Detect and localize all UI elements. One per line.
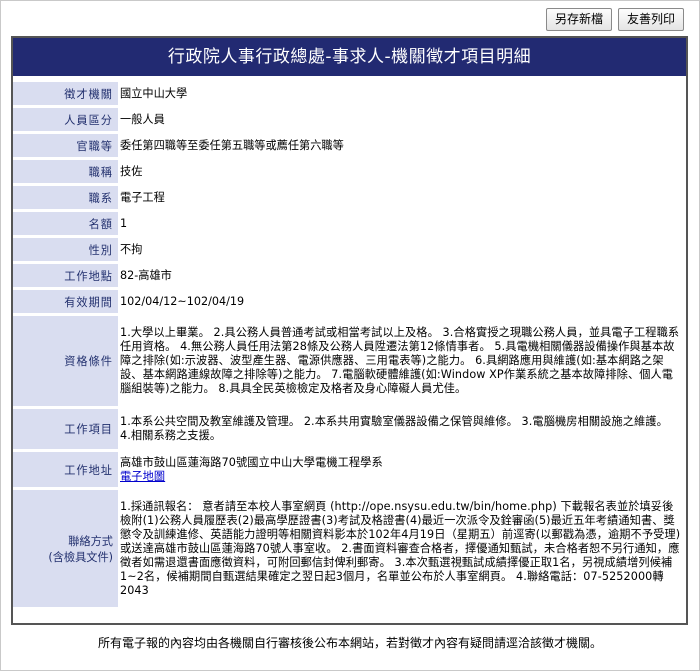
agency-label: 徵才機關 xyxy=(13,82,118,105)
contact-label-docs: (含檢具文件) xyxy=(48,550,113,564)
conditions-label: 資格條件 xyxy=(13,316,118,406)
row-series: 職系 電子工程 xyxy=(13,186,686,209)
row-work-items: 工作項目 1.本系公共空間及教室維護及管理。 2.本系共用實驗室儀器設備之保管與… xyxy=(13,409,686,449)
grade-value: 委任第四職等至委任第五職等或薦任第六職等 xyxy=(120,138,344,152)
row-title: 職稱 技佐 xyxy=(13,160,686,183)
job-title-label: 職稱 xyxy=(13,160,118,183)
footer-note: 所有電子報的內容均由各機關自行審核後公布本網站，若對徵才內容有疑問請逕洽該徵才機… xyxy=(97,636,602,650)
period-label: 有效期間 xyxy=(13,290,118,313)
contact-label: 聯絡方式 xyxy=(68,534,113,548)
agency-value: 國立中山大學 xyxy=(120,86,188,100)
row-location: 工作地點 82-高雄市 xyxy=(13,264,686,287)
contact-value: 1.採通訊報名： 意者請至本校人事室網頁 (http://ope.nsysu.e… xyxy=(120,499,681,597)
job-detail-panel: 行政院人事行政總處-事求人-機關徵才項目明細 徵才機關 國立中山大學 人員區分 … xyxy=(11,36,688,625)
series-value: 電子工程 xyxy=(120,190,165,204)
address-cell: 高雄市鼓山區蓮海路70號國立中山大學電機工程學系 電子地圖 xyxy=(118,452,686,487)
row-quota: 名額 1 xyxy=(13,212,686,235)
location-value: 82-高雄市 xyxy=(120,268,172,282)
save-new-button[interactable]: 另存新檔 xyxy=(545,8,612,31)
row-conditions: 資格條件 1.大學以上畢業。 2.具公務人員普通考試或相當考試以上及格。 3.合… xyxy=(13,316,686,406)
category-label: 人員區分 xyxy=(13,108,118,131)
row-grade: 官職等 委任第四職等至委任第五職等或薦任第六職等 xyxy=(13,134,686,157)
page-title: 行政院人事行政總處-事求人-機關徵才項目明細 xyxy=(13,38,686,76)
row-category: 人員區分 一般人員 xyxy=(13,108,686,131)
address-value: 高雄市鼓山區蓮海路70號國立中山大學電機工程學系 xyxy=(120,455,383,469)
grade-label: 官職等 xyxy=(13,134,118,157)
series-label: 職系 xyxy=(13,186,118,209)
job-detail-table: 徵才機關 國立中山大學 人員區分 一般人員 官職等 委任第四職等至委任第五職等或… xyxy=(13,79,686,610)
map-link[interactable]: 電子地圖 xyxy=(120,470,165,483)
row-gender: 性別 不拘 xyxy=(13,238,686,261)
quota-label: 名額 xyxy=(13,212,118,235)
work-items-value: 1.本系公共空間及教室維護及管理。 2.本系共用實驗室儀器設備之保管與維修。 3… xyxy=(120,415,668,442)
row-period: 有效期間 102/04/12~102/04/19 xyxy=(13,290,686,313)
print-friendly-button[interactable]: 友善列印 xyxy=(617,8,684,31)
period-value: 102/04/12~102/04/19 xyxy=(120,294,245,308)
category-value: 一般人員 xyxy=(120,112,165,126)
work-items-label: 工作項目 xyxy=(13,409,118,449)
quota-value: 1 xyxy=(120,216,128,230)
row-agency: 徵才機關 國立中山大學 xyxy=(13,82,686,105)
row-contact: 聯絡方式 (含檢具文件) 1.採通訊報名： 意者請至本校人事室網頁 (http:… xyxy=(13,490,686,607)
location-label: 工作地點 xyxy=(13,264,118,287)
gender-value: 不拘 xyxy=(120,242,143,256)
gender-label: 性別 xyxy=(13,238,118,261)
toolbar: 另存新檔 友善列印 xyxy=(545,8,684,31)
contact-label-cell: 聯絡方式 (含檢具文件) xyxy=(13,490,118,607)
address-label: 工作地址 xyxy=(13,452,118,487)
conditions-value: 1.大學以上畢業。 2.具公務人員普通考試或相當考試以上及格。 3.合格實授之現… xyxy=(120,326,680,395)
job-title-value: 技佐 xyxy=(120,164,143,178)
row-address: 工作地址 高雄市鼓山區蓮海路70號國立中山大學電機工程學系 電子地圖 xyxy=(13,452,686,487)
